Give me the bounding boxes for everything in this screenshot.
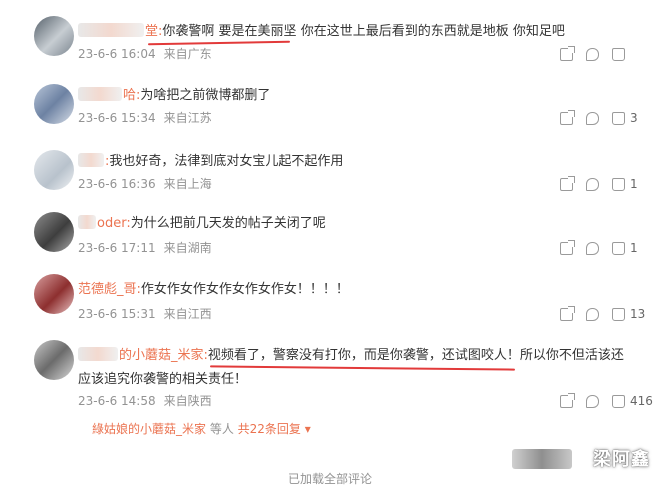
comment-location: 来自上海 [163,177,212,191]
comment-meta: 23-6-6 16:36 来自上海 [78,176,220,192]
blurred-username [78,347,118,361]
like-count: 3 [630,111,638,125]
blurred-username [78,87,122,101]
comment-meta: 23-6-6 16:04 来自广东 [78,46,220,62]
like-count: 13 [630,307,646,321]
reply-icon[interactable] [586,395,599,408]
reply-icon[interactable] [586,308,599,321]
comment-date: 23-6-6 14:58 [78,394,156,408]
username[interactable]: 堂: [145,24,162,39]
comment-2: 哈:为啥把之前微博都删了 23-6-6 15:34 来自江苏 3 [0,80,660,140]
comment-date: 23-6-6 17:11 [78,241,156,255]
reply-user[interactable]: 綠姑娘的小蘑菇_米家 [92,422,206,436]
like-count: 416 [630,394,653,408]
comment-body: 为什么把前几天发的帖子关闭了呢 [130,216,326,231]
avatar[interactable] [34,150,74,190]
username[interactable]: oder: [97,216,131,231]
watermark-blur [512,449,572,469]
comment-actions: 416 [540,393,660,413]
comment-date: 23-6-6 15:31 [78,307,156,321]
like-icon[interactable] [612,242,625,255]
comment-text: 堂:你袭警啊 要是在美丽坚 你在这世上最后看到的东西就是地板 你知足吧 [78,22,565,42]
comment-location: 来自湖南 [163,241,212,255]
reply-summary[interactable]: 綠姑娘的小蘑菇_米家 等人 共22条回复 ▾ [92,421,311,437]
comment-text-line-2: 应该追究你袭警的相关责任！ [78,370,247,390]
share-icon[interactable] [560,176,575,191]
comment-text: :我也好奇，法律到底对女宝儿起不起作用 [78,152,343,172]
comment-actions: 13 [540,306,660,326]
share-icon[interactable] [560,306,575,321]
like-icon[interactable] [612,112,625,125]
like-icon[interactable] [612,395,625,408]
share-icon[interactable] [560,110,575,125]
watermark: 梁阿鑫 [593,449,650,470]
comment-6: 的小蘑菇_米家:视频看了，警察没有打你，而是你袭警，还试图咬人！所以你不但活该还… [0,340,660,420]
reply-count-link[interactable]: 共22条回复 ▾ [238,422,311,436]
comment-meta: 23-6-6 15:31 来自江西 [78,306,220,322]
username[interactable]: 哈: [123,88,140,103]
reply-icon[interactable] [586,242,599,255]
comment-text: 的小蘑菇_米家:视频看了，警察没有打你，而是你袭警，还试图咬人！所以你不但活该还 [78,346,624,366]
comment-text: oder:为什么把前几天发的帖子关闭了呢 [78,214,326,234]
comment-date: 23-6-6 15:34 [78,111,156,125]
comment-location: 来自江西 [163,307,212,321]
blurred-username [78,153,104,167]
comment-actions: 1 [540,176,660,196]
share-icon[interactable] [560,393,575,408]
red-underline [209,365,516,371]
like-count: 1 [630,241,638,255]
blurred-username [78,215,96,229]
comment-actions [540,46,660,66]
comment-1: 堂:你袭警啊 要是在美丽坚 你在这世上最后看到的东西就是地板 你知足吧 23-6… [0,10,660,70]
comment-3: :我也好奇，法律到底对女宝儿起不起作用 23-6-6 16:36 来自上海 1 [0,146,660,206]
comment-actions: 1 [540,240,660,260]
avatar[interactable] [34,84,74,124]
like-icon[interactable] [612,308,625,321]
comment-meta: 23-6-6 14:58 来自陕西 [78,393,220,409]
comment-body-line-2: 应该追究你袭警的相关责任！ [78,372,248,387]
comment-text: 范德彪_哥:作女作女作女作女作女作女！！！！ [78,280,349,300]
reply-icon[interactable] [586,112,599,125]
comment-date: 23-6-6 16:04 [78,47,156,61]
comment-4: oder:为什么把前几天发的帖子关闭了呢 23-6-6 17:11 来自湖南 1 [0,208,660,268]
comment-location: 来自江苏 [163,111,212,125]
avatar[interactable] [34,274,74,314]
like-icon[interactable] [612,178,625,191]
comment-5: 范德彪_哥:作女作女作女作女作女作女！！！！ 23-6-6 15:31 来自江西 … [0,274,660,334]
comment-body: 为啥把之前微博都删了 [140,88,271,103]
comment-location: 来自广东 [163,47,212,61]
load-more-label: 已加载全部评论 [287,472,372,486]
comment-actions: 3 [540,110,660,130]
share-icon[interactable] [560,46,575,61]
avatar[interactable] [34,16,74,56]
comment-body: 我也好奇，法律到底对女宝儿起不起作用 [109,154,344,169]
like-count: 1 [630,177,638,191]
comment-body-line-1: 视频看了，警察没有打你，而是你袭警，还试图咬人！所以你不但活该还 [207,348,624,363]
blurred-username [78,23,144,37]
text-highlight-1: 你袭警啊 [162,24,215,39]
comment-date: 23-6-6 16:36 [78,177,156,191]
comment-location: 来自陕西 [163,394,212,408]
like-icon[interactable] [612,48,625,61]
comment-body: 作女作女作女作女作女作女！！！！ [140,282,349,297]
text-highlight-2: 美丽坚 [257,24,297,39]
comment-meta: 23-6-6 17:11 来自湖南 [78,240,220,256]
username[interactable]: 范德彪_哥: [78,282,141,297]
share-icon[interactable] [560,240,575,255]
reply-icon[interactable] [586,48,599,61]
avatar[interactable] [34,340,74,380]
reply-icon[interactable] [586,178,599,191]
comment-text: 哈:为啥把之前微博都删了 [78,86,270,106]
username[interactable]: 的小蘑菇_米家: [119,348,208,363]
avatar[interactable] [34,212,74,252]
comment-meta: 23-6-6 15:34 来自江苏 [78,110,220,126]
